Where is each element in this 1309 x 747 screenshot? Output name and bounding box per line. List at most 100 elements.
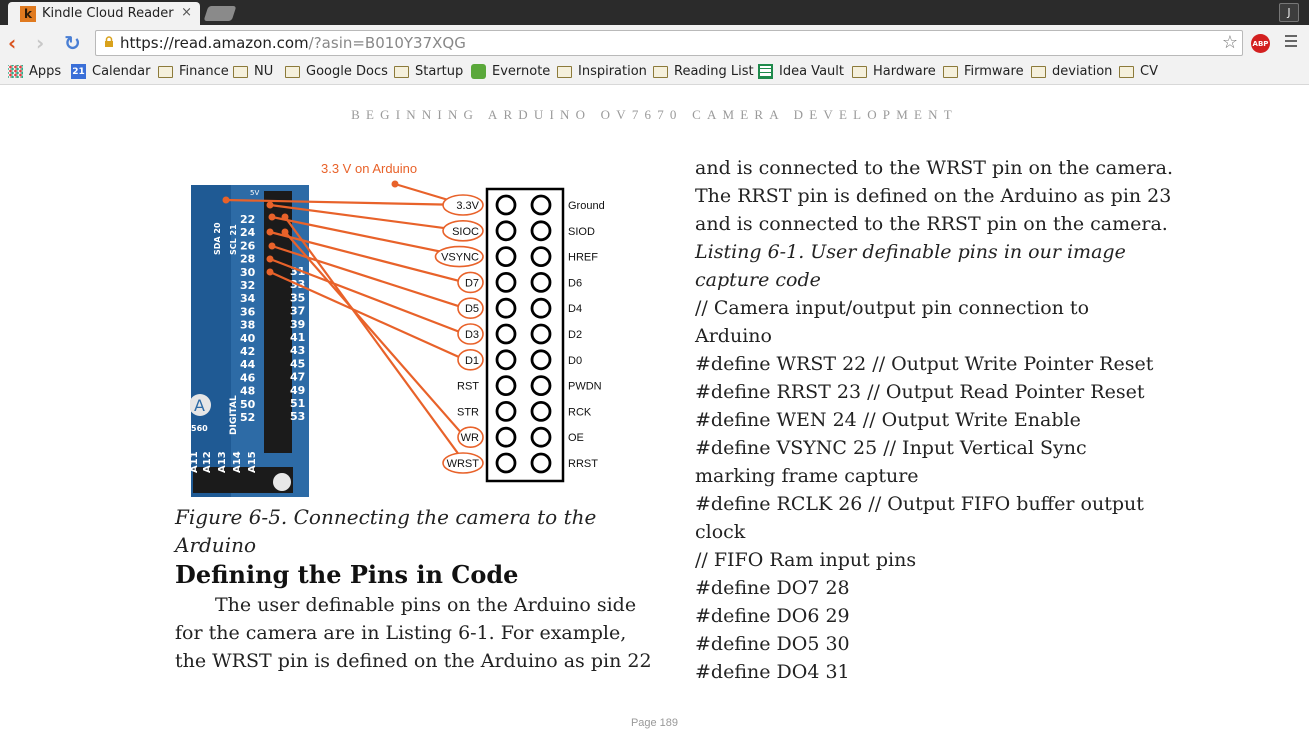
pin-number: 38 [240,319,255,332]
bookmark-apps[interactable]: Apps [8,64,61,79]
pin-number: 41 [290,331,305,344]
pin-number: 22 [240,213,255,226]
pin-number: 48 [240,385,255,398]
paragraph-line: the WRST pin is defined on the Arduino a… [175,650,652,672]
camera-signal-label: D3 [465,329,479,341]
bookmark-hardware[interactable]: Hardware [852,64,936,79]
camera-pin [530,220,552,242]
bookmark-evernote[interactable]: Evernote [471,64,550,79]
reload-button[interactable]: ↻ [64,32,81,54]
bookmark-firmware[interactable]: Firmware [943,64,1024,79]
tab-strip: k Kindle Cloud Reader × J [0,0,1309,25]
caption-line: Figure 6-5. Connecting the camera to the [175,505,597,529]
pin-number: 28 [240,253,255,266]
bookmark-inspiration[interactable]: Inspiration [557,64,647,79]
page-number: Page 189 [630,717,679,729]
bookmark-label: Startup [415,64,464,79]
pin-number: 45 [290,357,305,370]
wire-endpoint [268,242,276,250]
bookmark-star-icon[interactable]: ☆ [1222,32,1238,53]
new-tab-button[interactable] [203,6,237,21]
camera-pin [530,400,552,422]
camera-pin [495,194,517,216]
camera-signal-label: VSYNC [441,252,479,264]
code-line: #define RRST 23 // Output Read Pointer R… [695,381,1145,403]
running-title: BEGINNING ARDUINO OV7670 CAMERA DEVELOPM… [351,107,958,122]
pin-number: 50 [240,398,256,411]
text-line: The RRST pin is defined on the Arduino a… [695,185,1172,207]
adblock-plus-icon[interactable]: ABP [1251,34,1270,53]
bookmark-idea-vault[interactable]: Idea Vault [758,64,844,79]
wire-endpoint [281,228,289,236]
bookmark-label: CV [1140,64,1158,79]
camera-signal-label: D5 [465,303,479,315]
wire-endpoint [281,213,289,221]
bookmark-label: Evernote [492,64,551,79]
text-line: Arduino [695,325,772,347]
camera-signal-label: WRST [447,458,480,470]
chrome-menu-icon[interactable] [1285,35,1297,50]
pin-number: 30 [240,266,256,279]
supply-label: 3.3 V on Arduino [321,161,417,176]
bookmark-nu[interactable]: NU [233,64,273,79]
pin-number: 40 [240,332,256,345]
pin-number: 43 [290,344,305,357]
url-query: /?asin=B010Y37XQG [308,34,466,52]
bookmark-finance[interactable]: Finance [158,64,229,79]
text-line: and is connected to the WRST pin on the … [695,157,1174,179]
pin-number: 47 [290,371,305,384]
back-button[interactable]: ‹ [8,32,16,54]
camera-signal-label: STR [457,406,479,418]
camera-pin [530,452,552,474]
address-bar[interactable]: https://read.amazon.com/?asin=B010Y37XQG… [95,30,1243,56]
pin-number: 34 [240,292,256,305]
camera-signal-label: SIOC [452,226,479,238]
pin-number: 26 [240,239,256,252]
pin-number: 52 [240,411,255,424]
bookmark-label: Apps [29,64,62,79]
arduino-camera-wiring-figure: SDA 20 SCL 21 DIGITAL 5V A12 A13 A14 A15 A11 560 A… [190,161,605,497]
board-label: A13 [217,451,228,473]
camera-pin [530,194,552,216]
bookmark-label: Finance [179,64,229,79]
profile-button[interactable]: J [1279,3,1299,22]
tab-title: Kindle Cloud Reader [42,6,174,21]
camera-signal-label: RST [457,381,479,393]
pin-number: 36 [240,305,256,318]
bookmark-calendar[interactable]: 21 Calendar [71,64,150,79]
bookmark-google-docs[interactable]: Google Docs [285,64,388,79]
bookmark-label: Idea Vault [779,64,844,79]
camera-signal-label: WR [461,432,479,444]
bookmark-startup[interactable]: Startup [394,64,463,79]
board-label: SCL 21 [229,224,238,255]
apps-icon [8,65,23,78]
camera-signal-label: RCK [568,406,592,418]
pin-number: 24 [240,226,256,239]
bookmark-label: Hardware [873,64,936,79]
kindle-favicon-icon: k [20,5,36,22]
bookmark-label: deviation [1052,64,1113,79]
forward-button[interactable]: › [36,32,44,54]
bookmark-reading-list[interactable]: Reading List [653,64,754,79]
bookmarks-bar: Apps 21 Calendar Finance NU Google Docs Startu… [0,61,1309,85]
text-line: and is connected to the RRST pin on the … [695,213,1168,235]
wire-endpoint [266,201,274,209]
pin-number: 51 [290,397,305,410]
bookmark-label: Inspiration [578,64,647,79]
bookmark-cv[interactable]: CV [1119,64,1158,79]
text-line: clock [695,521,746,543]
camera-pin [495,323,517,345]
bookmark-deviation[interactable]: deviation [1031,64,1112,79]
tab-kindle-cloud-reader[interactable]: k Kindle Cloud Reader × [8,2,200,25]
camera-pin [530,272,552,293]
camera-pin [495,349,517,371]
wire-endpoint [266,268,274,276]
close-tab-icon[interactable]: × [181,5,192,20]
camera-signal-label: 3.3V [456,200,479,212]
bookmark-label: Google Docs [306,64,388,79]
wire-endpoint [222,196,230,204]
camera-pin [530,375,552,397]
camera-pin [495,220,517,242]
pin-number: 46 [240,371,256,384]
pin-number: 49 [290,384,305,397]
